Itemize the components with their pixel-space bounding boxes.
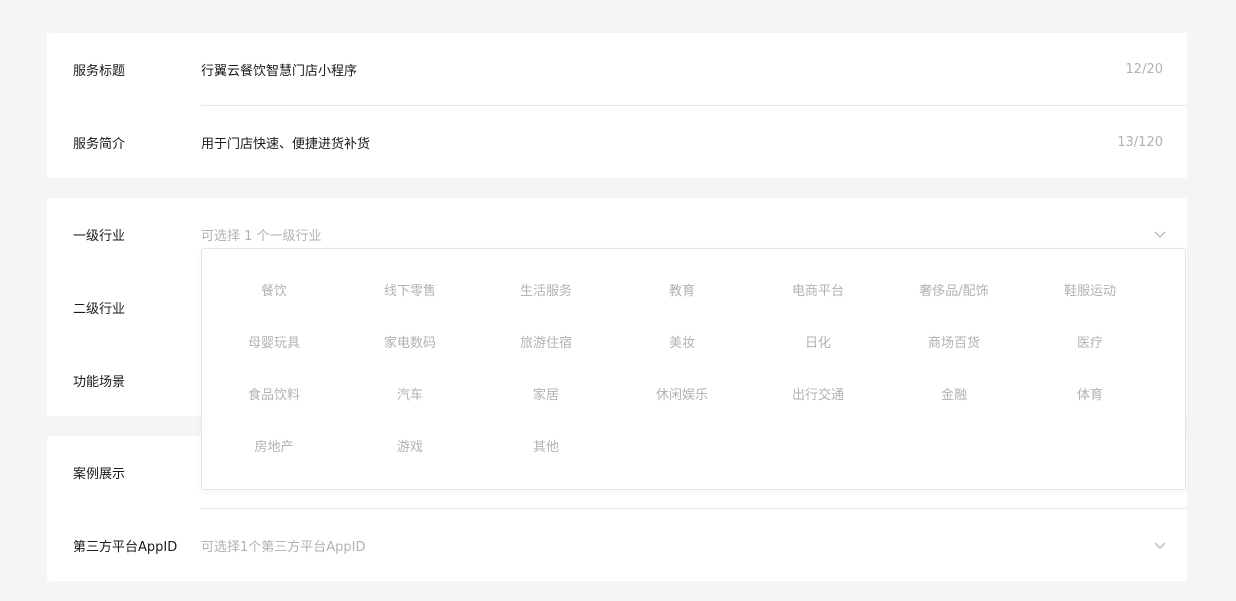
basic-info-card: 服务标题 行翼云餐饮智慧门店小程序 12/20 服务简介 用于门店快速、便捷进货… <box>47 33 1187 178</box>
industry-option[interactable]: 旅游住宿 <box>478 332 614 351</box>
industry-option[interactable]: 鞋服运动 <box>1022 280 1158 299</box>
industry-option[interactable]: 电商平台 <box>750 280 886 299</box>
industry-option[interactable]: 母婴玩具 <box>206 332 342 351</box>
level2-industry-label: 二级行业 <box>73 301 126 317</box>
industry-option[interactable]: 线下零售 <box>342 280 478 299</box>
service-title-input[interactable]: 行翼云餐饮智慧门店小程序 <box>201 60 357 79</box>
industry-option[interactable]: 餐饮 <box>206 280 342 299</box>
service-title-counter: 12/20 <box>1125 61 1163 77</box>
industry-option[interactable]: 房地产 <box>206 436 342 455</box>
industry-option[interactable]: 商场百货 <box>886 332 1022 351</box>
level1-industry-select[interactable]: 可选择 1 个一级行业 <box>201 225 322 244</box>
service-form-page: 服务标题 行翼云餐饮智慧门店小程序 12/20 服务简介 用于门店快速、便捷进货… <box>0 0 1236 601</box>
industry-option[interactable]: 美妆 <box>614 332 750 351</box>
chevron-down-icon[interactable] <box>1153 227 1167 241</box>
function-scene-label: 功能场景 <box>73 374 126 390</box>
industry-option[interactable]: 奢侈品/配饰 <box>886 280 1022 299</box>
industry-option[interactable]: 休闲娱乐 <box>614 384 750 403</box>
appid-select[interactable]: 可选择1个第三方平台AppID <box>201 536 366 555</box>
appid-label: 第三方平台AppID <box>73 539 178 555</box>
industry-option[interactable]: 生活服务 <box>478 280 614 299</box>
industry-option[interactable]: 游戏 <box>342 436 478 455</box>
service-intro-row[interactable]: 服务简介 用于门店快速、便捷进货补货 13/120 <box>47 106 1187 178</box>
level1-industry-label: 一级行业 <box>73 228 126 244</box>
industry-option[interactable]: 金融 <box>886 384 1022 403</box>
service-intro-label: 服务简介 <box>73 136 126 152</box>
industry-option[interactable]: 体育 <box>1022 384 1158 403</box>
industry-option[interactable]: 家居 <box>478 384 614 403</box>
service-title-row[interactable]: 服务标题 行翼云餐饮智慧门店小程序 12/20 <box>47 33 1187 105</box>
service-title-label: 服务标题 <box>73 63 126 79</box>
case-display-label: 案例展示 <box>73 466 126 482</box>
industry-option[interactable]: 教育 <box>614 280 750 299</box>
service-intro-counter: 13/120 <box>1117 134 1163 150</box>
industry-option[interactable]: 日化 <box>750 332 886 351</box>
industry-option[interactable]: 出行交通 <box>750 384 886 403</box>
industry-option[interactable]: 食品饮料 <box>206 384 342 403</box>
industry-option[interactable]: 其他 <box>478 436 614 455</box>
service-intro-input[interactable]: 用于门店快速、便捷进货补货 <box>201 133 370 152</box>
industry-option[interactable]: 家电数码 <box>342 332 478 351</box>
appid-row[interactable]: 第三方平台AppID 可选择1个第三方平台AppID <box>47 509 1187 581</box>
chevron-down-icon[interactable] <box>1153 538 1167 552</box>
industry-option[interactable]: 医疗 <box>1022 332 1158 351</box>
industry-dropdown-panel: 餐饮 线下零售 生活服务 教育 电商平台 奢侈品/配饰 鞋服运动母婴玩具 家电数码 旅游住宿 美妆… <box>201 248 1186 490</box>
industry-option[interactable]: 汽车 <box>342 384 478 403</box>
